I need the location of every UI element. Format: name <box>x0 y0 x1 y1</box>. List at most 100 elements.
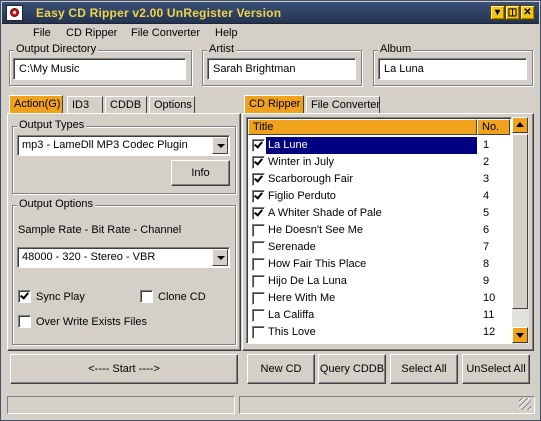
track-list-scrollbar[interactable] <box>512 117 529 344</box>
tab-options[interactable]: Options <box>149 96 195 114</box>
scroll-up-button[interactable] <box>512 117 528 133</box>
track-title[interactable]: Scarborough Fair <box>268 173 353 185</box>
track-number: 2 <box>483 156 490 168</box>
track-checkbox[interactable] <box>252 309 265 322</box>
column-header-no[interactable]: No. <box>477 119 510 135</box>
tab-id3[interactable]: ID3 <box>67 96 103 114</box>
resize-grip[interactable] <box>519 398 531 410</box>
track-checkbox[interactable] <box>252 258 265 271</box>
track-list[interactable]: Title No. La Lune 1 Winter in July 2 Scarbor… <box>246 117 512 344</box>
output-types-label: Output Types <box>17 119 87 131</box>
track-row[interactable]: Here With Me 10 <box>248 290 511 307</box>
overwrite-checkbox[interactable] <box>18 315 31 328</box>
artist-label: Artist <box>207 43 237 55</box>
status-panel-left <box>7 396 235 414</box>
track-checkbox[interactable] <box>252 139 265 152</box>
track-title[interactable]: Here With Me <box>268 292 335 304</box>
track-title[interactable]: Winter in July <box>268 156 334 168</box>
track-checkbox[interactable] <box>252 292 265 305</box>
info-button[interactable]: Info <box>171 160 230 186</box>
track-number: 8 <box>483 258 490 270</box>
sample-rate-value: 48000 - 320 - Stereo - VBR <box>22 251 156 263</box>
sample-rate-caption: Sample Rate - Bit Rate - Channel <box>18 224 182 236</box>
minimize-icon: ▾ <box>494 7 501 18</box>
cd-app-icon[interactable] <box>6 5 23 21</box>
output-type-value: mp3 - LameDll MP3 Codec Plugin <box>22 139 188 151</box>
track-row[interactable]: This Love 12 <box>248 324 511 341</box>
arrow-up-icon <box>516 122 524 127</box>
track-title[interactable]: He Doesn't See Me <box>268 224 363 236</box>
track-title[interactable]: Hijo De La Luna <box>268 275 347 287</box>
menu-help[interactable]: Help <box>215 27 238 39</box>
start-button[interactable]: <---- Start ----> <box>10 354 238 384</box>
select-all-button[interactable]: Select All <box>390 354 458 384</box>
track-row[interactable]: How Fair This Place 8 <box>248 256 511 273</box>
column-header-title[interactable]: Title <box>248 119 477 135</box>
sample-rate-dropdown-button[interactable] <box>212 249 228 266</box>
track-checkbox[interactable] <box>252 275 265 288</box>
track-title[interactable]: La Califfa <box>268 309 314 321</box>
tab-cddb[interactable]: CDDB <box>105 96 147 114</box>
track-checkbox[interactable] <box>252 156 265 169</box>
track-row[interactable]: A Whiter Shade of Pale 5 <box>248 205 511 222</box>
sample-rate-select[interactable]: 48000 - 320 - Stereo - VBR <box>17 247 230 268</box>
album-field[interactable]: La Luna <box>378 58 527 80</box>
sync-play-checkbox[interactable] <box>18 290 31 303</box>
track-row[interactable]: Scarborough Fair 3 <box>248 171 511 188</box>
close-button[interactable]: ✕ <box>520 5 535 20</box>
track-title[interactable]: Serenade <box>268 241 316 253</box>
track-title[interactable]: This Love <box>268 326 316 338</box>
track-title[interactable]: How Fair This Place <box>268 258 366 270</box>
track-number: 6 <box>483 224 490 236</box>
menu-cd-ripper[interactable]: CD Ripper <box>66 27 117 39</box>
track-row[interactable]: Hijo De La Luna 9 <box>248 273 511 290</box>
tab-action[interactable]: Action(G) <box>9 95 63 114</box>
track-number: 9 <box>483 275 490 287</box>
output-directory-field[interactable]: C:\My Music <box>13 58 186 80</box>
track-row[interactable]: La Lune 1 <box>248 137 511 154</box>
minimize-button[interactable]: ▾ <box>490 5 505 20</box>
track-number: 5 <box>483 207 490 219</box>
tab-file-converter[interactable]: File Converter <box>306 96 380 114</box>
track-checkbox[interactable] <box>252 190 265 203</box>
track-number: 4 <box>483 190 490 202</box>
track-row[interactable]: Winter in July 2 <box>248 154 511 171</box>
arrow-down-icon <box>516 333 524 338</box>
album-label: Album <box>378 43 414 55</box>
track-row[interactable]: La Califfa 11 <box>248 307 511 324</box>
clone-cd-label[interactable]: Clone CD <box>158 291 206 303</box>
track-row[interactable]: He Doesn't See Me 6 <box>248 222 511 239</box>
tab-cd-ripper[interactable]: CD Ripper <box>244 95 304 114</box>
menu-file[interactable]: File <box>33 27 51 39</box>
track-title[interactable]: Figlio Perduto <box>268 190 336 202</box>
menu-bar: File CD Ripper File Converter Help <box>2 25 539 42</box>
title-bar[interactable]: Easy CD Ripper v2.00 UnRegister Version … <box>2 2 539 24</box>
scroll-down-button[interactable] <box>512 327 528 343</box>
output-type-select[interactable]: mp3 - LameDll MP3 Codec Plugin <box>17 135 230 156</box>
track-number: 10 <box>483 292 496 304</box>
track-row[interactable]: Figlio Perduto 4 <box>248 188 511 205</box>
track-title[interactable]: La Lune <box>268 139 308 151</box>
output-type-dropdown-button[interactable] <box>212 137 228 154</box>
track-checkbox[interactable] <box>252 207 265 220</box>
query-cddb-button[interactable]: Query CDDB <box>318 354 386 384</box>
new-cd-button[interactable]: New CD <box>247 354 315 384</box>
track-checkbox[interactable] <box>252 173 265 186</box>
scroll-thumb[interactable] <box>512 134 528 309</box>
clone-cd-checkbox[interactable] <box>140 290 153 303</box>
track-checkbox[interactable] <box>252 224 265 237</box>
track-title[interactable]: A Whiter Shade of Pale <box>268 207 382 219</box>
track-checkbox[interactable] <box>252 326 265 339</box>
app-window: Easy CD Ripper v2.00 UnRegister Version … <box>0 0 541 421</box>
artist-field[interactable]: Sarah Brightman <box>207 58 356 80</box>
sync-play-label[interactable]: Sync Play <box>36 291 85 303</box>
track-number: 1 <box>483 139 490 151</box>
unselect-all-button[interactable]: UnSelect All <box>462 354 530 384</box>
close-icon: ✕ <box>523 7 532 18</box>
menu-file-converter[interactable]: File Converter <box>131 27 200 39</box>
track-row[interactable]: Serenade 7 <box>248 239 511 256</box>
track-checkbox[interactable] <box>252 241 265 254</box>
overwrite-label[interactable]: Over Write Exists Files <box>36 316 147 328</box>
maximize-button[interactable]: ◫ <box>505 5 520 20</box>
window-title: Easy CD Ripper v2.00 UnRegister Version <box>36 6 282 20</box>
